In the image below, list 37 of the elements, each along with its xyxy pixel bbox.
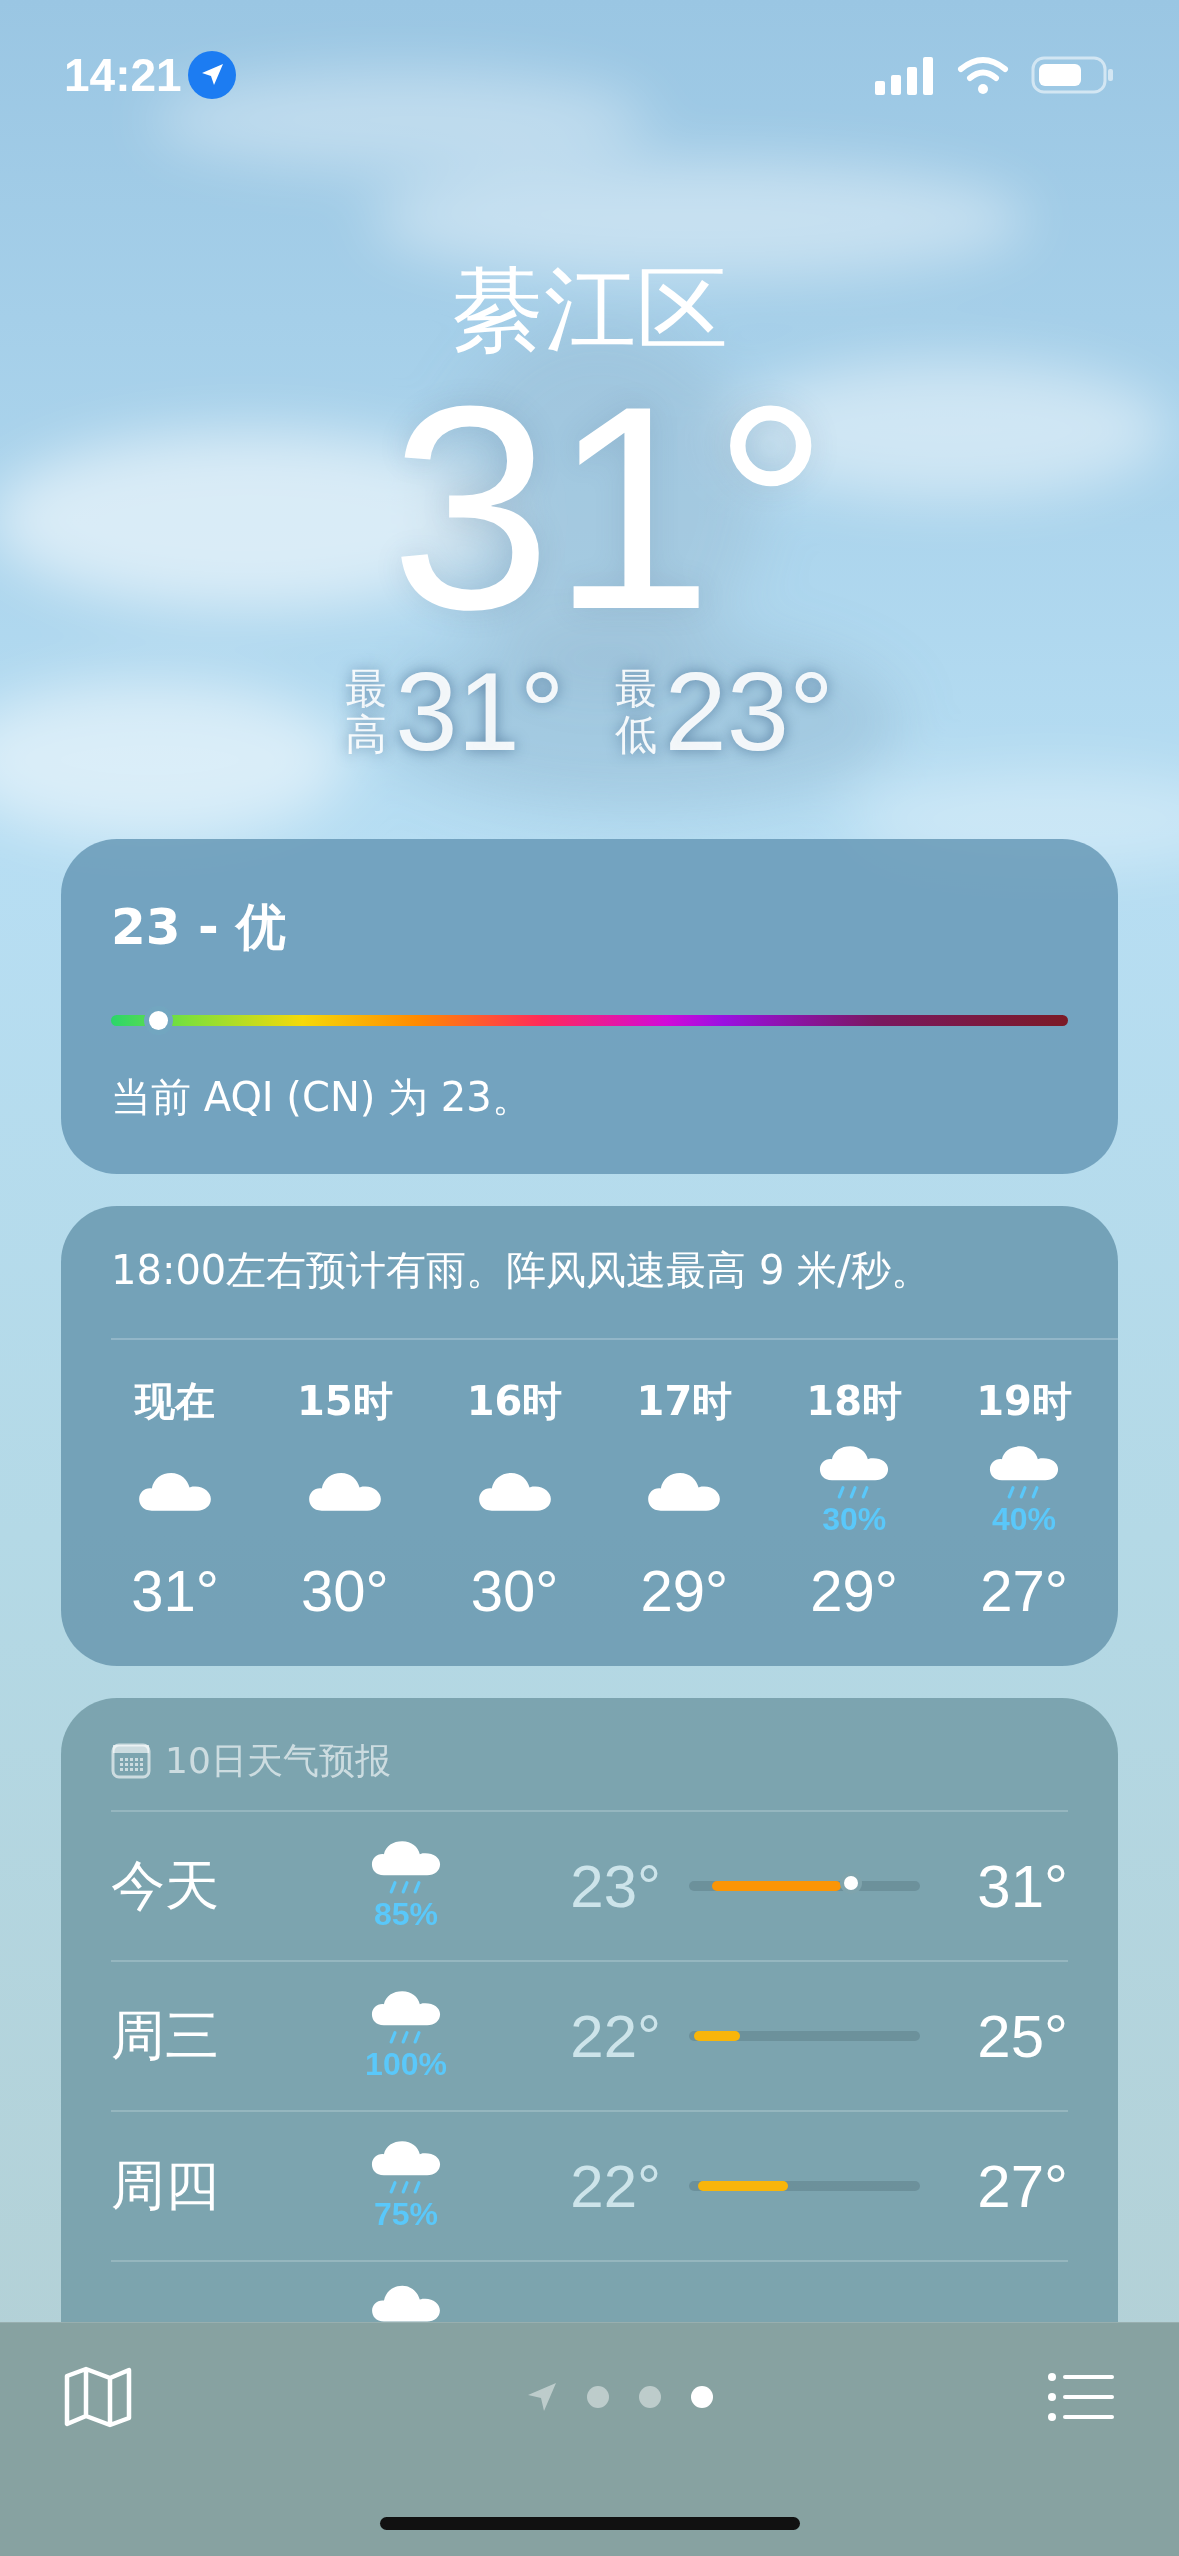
hour-temperature: 30°: [300, 1557, 389, 1625]
high-temperature: 27°: [977, 2151, 1068, 2221]
day-name: 周四: [111, 2154, 219, 2217]
hour-temperature: 31°: [131, 1557, 219, 1625]
city-name: 綦江区: [451, 255, 728, 365]
low-temperature: 23°: [664, 657, 834, 767]
low-temperature: 22°: [570, 2151, 661, 2221]
hour-label: 17时: [636, 1377, 733, 1426]
current-temperature: 31°: [390, 367, 829, 647]
precipitation-chance: 85%: [373, 1896, 438, 1932]
hour-temperature: 29°: [640, 1557, 729, 1625]
hour-temperature: 30°: [470, 1557, 559, 1625]
high-label: 最高: [345, 665, 388, 759]
hour-label: 现在: [135, 1377, 215, 1426]
hour-label: 15时: [296, 1377, 393, 1426]
low-temperature: 23°: [570, 1851, 661, 1921]
forecast-summary: 18:00左右预计有雨。阵风风速最高 9 米/秒。: [110, 1246, 932, 1295]
low-temperature: 22°: [570, 2001, 661, 2071]
hour-label: 16时: [466, 1377, 563, 1426]
aqi-description: 当前 AQI (CN) 为 23。: [111, 1073, 533, 1122]
status-time: 14:21: [64, 48, 182, 102]
day-name: 今天: [111, 1854, 219, 1917]
low-label: 最低: [614, 665, 657, 759]
aqi-value: 23 - 优: [111, 897, 288, 957]
precipitation-chance: 100%: [365, 2046, 447, 2082]
hour-temperature: 29°: [810, 1557, 899, 1625]
hour-label: 18时: [806, 1377, 902, 1426]
day-name: 周三: [111, 2004, 219, 2067]
precipitation-chance: 75%: [373, 2196, 438, 2232]
forecast-title: 10日天气预报: [165, 1738, 391, 1783]
high-temperature: 31°: [395, 657, 565, 767]
high-temperature: 31°: [977, 1851, 1068, 1921]
hour-label: 19时: [976, 1377, 1072, 1426]
precipitation-chance: 40%: [991, 1501, 1056, 1537]
hour-temperature: 27°: [980, 1557, 1068, 1625]
high-temperature: 25°: [977, 2001, 1068, 2071]
precipitation-chance: 30%: [822, 1501, 887, 1537]
